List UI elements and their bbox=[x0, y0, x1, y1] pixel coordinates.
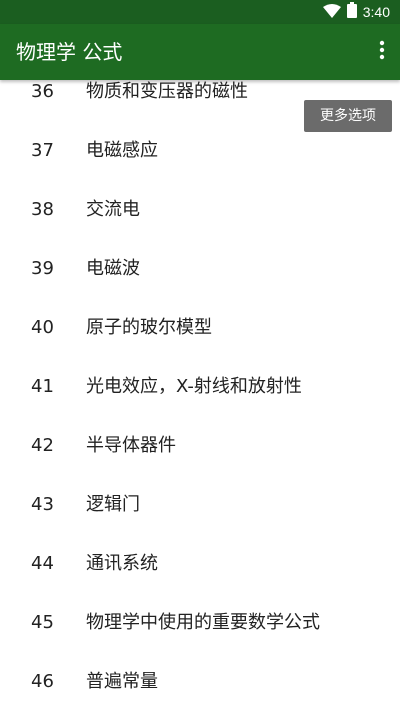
chapter-number: 38 bbox=[31, 199, 54, 220]
battery-icon bbox=[346, 2, 357, 22]
overflow-tooltip: 更多选项 bbox=[304, 100, 392, 132]
status-time: 3:40 bbox=[362, 4, 390, 20]
app-title: 物理学 公式 bbox=[16, 40, 123, 64]
more-vert-icon bbox=[379, 40, 385, 64]
chapter-number: 40 bbox=[31, 317, 54, 338]
chapter-number: 44 bbox=[31, 553, 54, 574]
chapter-number: 36 bbox=[31, 81, 54, 102]
chapter-row[interactable]: 39 电磁波 bbox=[0, 239, 400, 298]
app-bar: 物理学 公式 bbox=[0, 24, 400, 80]
chapter-title: 原子的玻尔模型 bbox=[86, 317, 212, 338]
chapter-row[interactable]: 41 光电效应，X-射线和放射性 bbox=[0, 357, 400, 416]
chapter-number: 43 bbox=[31, 494, 54, 515]
chapter-row[interactable]: 43 逻辑门 bbox=[0, 475, 400, 534]
chapter-row[interactable]: 42 半导体器件 bbox=[0, 416, 400, 475]
status-icons: 3:40 bbox=[322, 0, 390, 24]
wifi-icon bbox=[322, 3, 341, 22]
chapter-row[interactable]: 45 物理学中使用的重要数学公式 bbox=[0, 593, 400, 652]
chapter-number: 41 bbox=[31, 376, 54, 397]
chapter-number: 42 bbox=[31, 435, 54, 456]
chapter-title: 电磁感应 bbox=[86, 140, 158, 161]
overflow-menu-button[interactable] bbox=[370, 34, 394, 70]
chapter-title: 交流电 bbox=[86, 199, 140, 220]
chapter-title: 普遍常量 bbox=[86, 671, 158, 692]
chapter-title: 物质和变压器的磁性 bbox=[86, 81, 248, 102]
chapter-number: 39 bbox=[31, 258, 54, 279]
chapter-row[interactable]: 44 通讯系统 bbox=[0, 534, 400, 593]
chapter-list-inner: 36 物质和变压器的磁性 37 电磁感应 38 交流电 39 电磁波 40 原子的玻尔模型 41 光电… bbox=[0, 80, 400, 710]
chapter-number: 37 bbox=[31, 140, 54, 161]
chapter-row[interactable]: 46 普遍常量 bbox=[0, 652, 400, 710]
status-bar: 3:40 bbox=[0, 0, 400, 24]
chapter-title: 半导体器件 bbox=[86, 435, 176, 456]
chapter-title: 物理学中使用的重要数学公式 bbox=[86, 612, 320, 633]
chapter-number: 45 bbox=[31, 612, 54, 633]
chapter-title: 通讯系统 bbox=[86, 553, 158, 574]
chapter-title: 逻辑门 bbox=[86, 494, 140, 515]
chapter-row[interactable]: 40 原子的玻尔模型 bbox=[0, 298, 400, 357]
chapter-list[interactable]: 36 物质和变压器的磁性 37 电磁感应 38 交流电 39 电磁波 40 原子的玻尔模型 41 光电… bbox=[0, 80, 400, 710]
chapter-number: 46 bbox=[31, 671, 54, 692]
chapter-title: 电磁波 bbox=[86, 258, 140, 279]
chapter-row[interactable]: 38 交流电 bbox=[0, 180, 400, 239]
chapter-title: 光电效应，X-射线和放射性 bbox=[86, 376, 302, 397]
